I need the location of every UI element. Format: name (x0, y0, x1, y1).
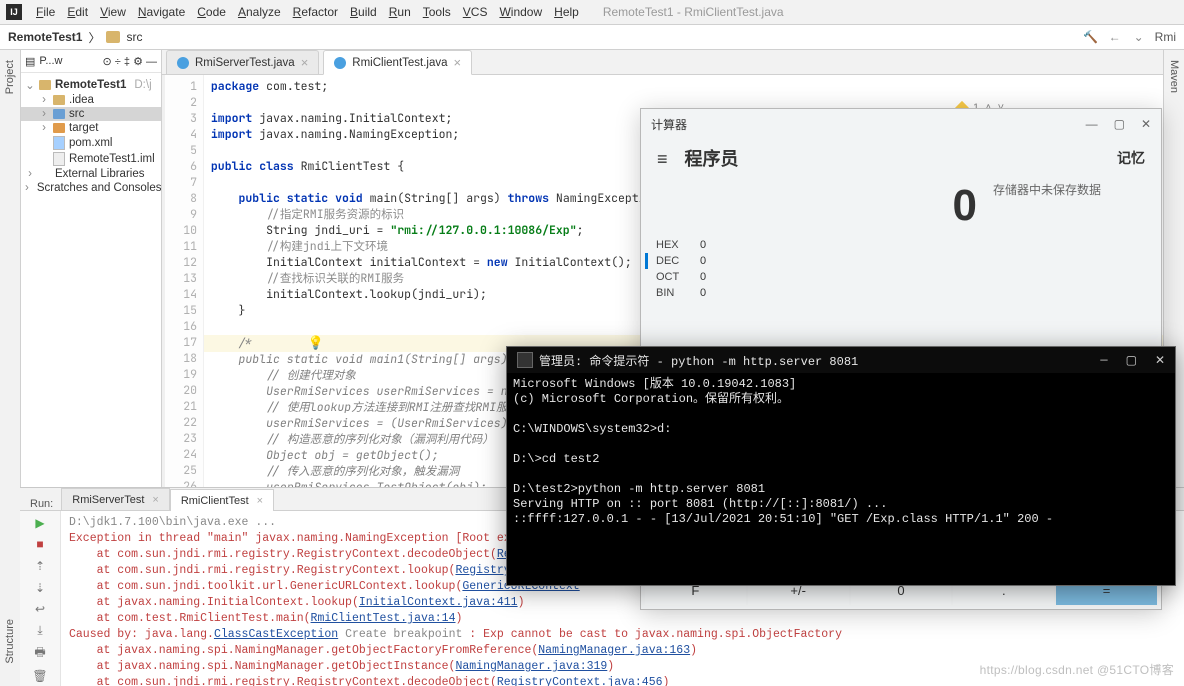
left-tool-strip: Project Structure (0, 50, 21, 686)
close-button[interactable]: ✕ (1141, 117, 1151, 131)
cmd-title: 管理员: 命令提示符 - python -m http.server 8081 (539, 352, 858, 369)
minimize-button[interactable]: — (1100, 353, 1107, 368)
run-config-dropdown[interactable]: ⌄ (1131, 29, 1147, 45)
menu-build[interactable]: Build (344, 3, 383, 21)
calculator-mode: 程序员 (685, 149, 739, 169)
close-tab-icon[interactable]: × (454, 55, 462, 70)
breadcrumb-folder[interactable]: src (126, 30, 142, 44)
menu-code[interactable]: Code (191, 3, 232, 21)
tree-item-remotetest1-iml[interactable]: RemoteTest1.iml (21, 151, 161, 167)
editor-tabstrip: RmiServerTest.java×RmiClientTest.java× (162, 50, 1163, 75)
cmd-titlebar[interactable]: 管理员: 命令提示符 - python -m http.server 8081 … (507, 347, 1175, 373)
tree-item-scratches-and-consoles[interactable]: ›Scratches and Consoles (21, 181, 161, 195)
memory-tab[interactable]: 记忆 (1117, 148, 1145, 168)
minimize-button[interactable]: — (1086, 117, 1098, 131)
cmd-terminal[interactable]: Microsoft Windows [版本 10.0.19042.1083] (… (507, 373, 1175, 585)
close-tab-icon[interactable]: × (257, 495, 263, 507)
tool-tab-maven[interactable]: Maven (1168, 56, 1180, 97)
menu-refactor[interactable]: Refactor (287, 3, 344, 21)
editor-tab-rmiclienttest-java[interactable]: RmiClientTest.java× (323, 50, 472, 75)
close-tab-icon[interactable]: × (301, 55, 309, 70)
project-panel-title: P...w (39, 55, 62, 67)
menu-edit[interactable]: Edit (61, 3, 94, 21)
menu-tools[interactable]: Tools (417, 3, 457, 21)
breadcrumb-project[interactable]: RemoteTest1 (8, 30, 82, 44)
build-hammer-icon[interactable]: 🔨 (1083, 29, 1099, 45)
calculator-title: 计算器 (651, 116, 687, 133)
java-class-icon (177, 57, 189, 69)
memory-empty-text: 存储器中未保存数据 (993, 181, 1153, 198)
rerun-button[interactable]: ▶ (31, 515, 49, 531)
calculator-header: ≡ 程序员 记忆 (641, 139, 1161, 177)
folder-icon (106, 31, 120, 43)
breadcrumb-separator: 〉 (88, 29, 100, 46)
base-row-dec[interactable]: DEC0 (645, 253, 989, 269)
menu-vcs[interactable]: VCS (457, 3, 494, 21)
soft-wrap-button[interactable]: ↩ (31, 601, 49, 617)
java-class-icon (334, 57, 346, 69)
ide-logo: IJ (6, 4, 22, 20)
run-toolbar: ▶ ■ ⇡ ⇣ ↩ ⤓ 🖶 🗑 (20, 511, 61, 686)
tool-tab-project[interactable]: Project (4, 56, 16, 98)
base-row-hex[interactable]: HEX0 (645, 237, 989, 253)
tree-item--b-remotetest1-b-[interactable]: ⌄RemoteTest1D:\j (21, 77, 161, 93)
navigation-bar: RemoteTest1 〉 src 🔨 ← ⌄ Rmi (0, 25, 1184, 50)
close-button[interactable]: ✕ (1155, 353, 1165, 368)
tool-tab-structure[interactable]: Structure (4, 615, 16, 668)
run-label: Run: (24, 498, 59, 510)
base-row-bin[interactable]: BIN0 (645, 285, 989, 301)
run-tab-rmiservertest[interactable]: RmiServerTest× (61, 488, 170, 510)
print-button[interactable]: 🖶 (31, 644, 49, 662)
menu-window[interactable]: Window (493, 3, 548, 21)
maximize-button[interactable]: ▢ (1114, 117, 1125, 131)
hamburger-icon[interactable]: ≡ (657, 149, 668, 169)
scroll-to-end-button[interactable]: ⤓ (31, 623, 49, 639)
up-stack-button[interactable]: ⇡ (31, 558, 49, 574)
tree-item--idea[interactable]: ›.idea (21, 93, 161, 107)
maximize-button[interactable]: ▢ (1126, 353, 1137, 368)
calculator-titlebar[interactable]: 计算器 — ▢ ✕ (641, 109, 1161, 139)
project-panel-header: ▤ P...w ⊙ ÷ ‡ ⚙ — (21, 50, 161, 73)
down-stack-button[interactable]: ⇣ (31, 580, 49, 596)
run-config-label[interactable]: Rmi (1155, 30, 1176, 44)
clear-button[interactable]: 🗑 (31, 668, 49, 684)
menu-bar: IJ FileEditViewNavigateCodeAnalyzeRefact… (0, 0, 1184, 25)
tree-item-pom-xml[interactable]: pom.xml (21, 135, 161, 151)
editor-tab-rmiservertest-java[interactable]: RmiServerTest.java× (166, 50, 319, 74)
menu-navigate[interactable]: Navigate (132, 3, 191, 21)
menu-help[interactable]: Help (548, 3, 585, 21)
tree-item-external-libraries[interactable]: ›External Libraries (21, 167, 161, 181)
cmd-window[interactable]: 管理员: 命令提示符 - python -m http.server 8081 … (506, 346, 1176, 586)
cmd-icon (517, 352, 533, 368)
menu-view[interactable]: View (94, 3, 132, 21)
calculator-base-list[interactable]: HEX0DEC0OCT0BIN0 (641, 231, 993, 307)
calculator-display: 0 (641, 177, 993, 231)
tree-item-src[interactable]: ›src (21, 107, 161, 121)
back-arrow-icon[interactable]: ← (1107, 29, 1123, 45)
stop-button[interactable]: ■ (31, 537, 49, 553)
close-tab-icon[interactable]: × (152, 494, 158, 506)
tree-item-target[interactable]: ›target (21, 121, 161, 135)
window-title-suffix: RemoteTest1 - RmiClientTest.java (603, 5, 784, 19)
run-tab-rmiclienttest[interactable]: RmiClientTest× (170, 489, 274, 511)
menu-run[interactable]: Run (383, 3, 417, 21)
base-row-oct[interactable]: OCT0 (645, 269, 989, 285)
menu-file[interactable]: File (30, 3, 61, 21)
menu-analyze[interactable]: Analyze (232, 3, 287, 21)
